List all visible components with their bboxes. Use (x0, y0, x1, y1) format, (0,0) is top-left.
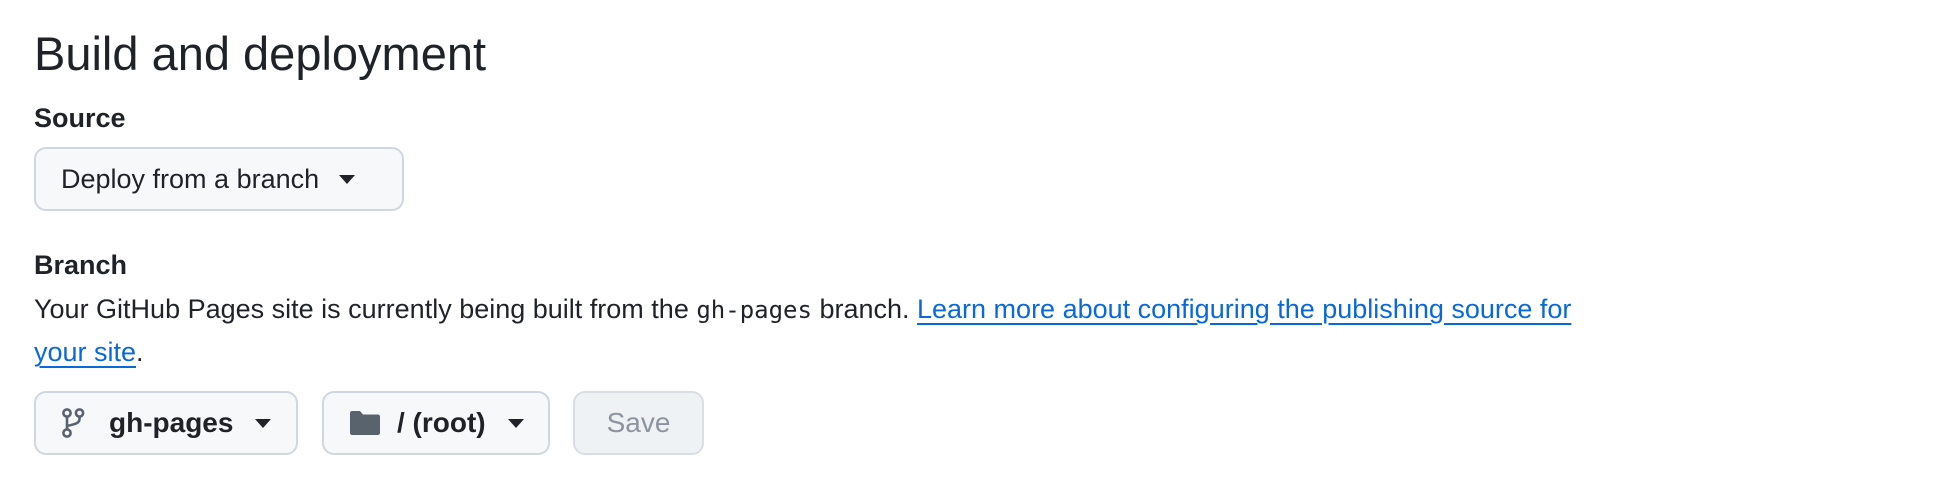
triangle-down-icon (255, 418, 272, 428)
git-branch-icon (61, 408, 85, 438)
triangle-down-icon (339, 174, 356, 184)
branch-code: gh-pages (696, 296, 812, 324)
description-prefix: Your GitHub Pages site is currently bein… (34, 294, 697, 324)
source-label: Source (34, 103, 126, 133)
section-title: Build and deployment (34, 27, 487, 80)
description-trailing: . (136, 337, 144, 367)
branch-select-button[interactable]: gh-pages (34, 391, 298, 455)
source-select-button[interactable]: Deploy from a branch (34, 147, 404, 211)
branch-select-value: gh-pages (109, 407, 234, 438)
triangle-down-icon (507, 418, 524, 428)
branch-label: Branch (34, 250, 128, 280)
description-suffix: branch. (811, 294, 917, 324)
branch-description: Your GitHub Pages site is currently bein… (34, 288, 1594, 373)
folder-select-value: / (root) (397, 407, 486, 438)
file-directory-icon (349, 410, 381, 436)
save-button[interactable]: Save (573, 391, 704, 455)
folder-select-button[interactable]: / (root) (322, 391, 550, 455)
source-select-value: Deploy from a branch (61, 163, 320, 194)
